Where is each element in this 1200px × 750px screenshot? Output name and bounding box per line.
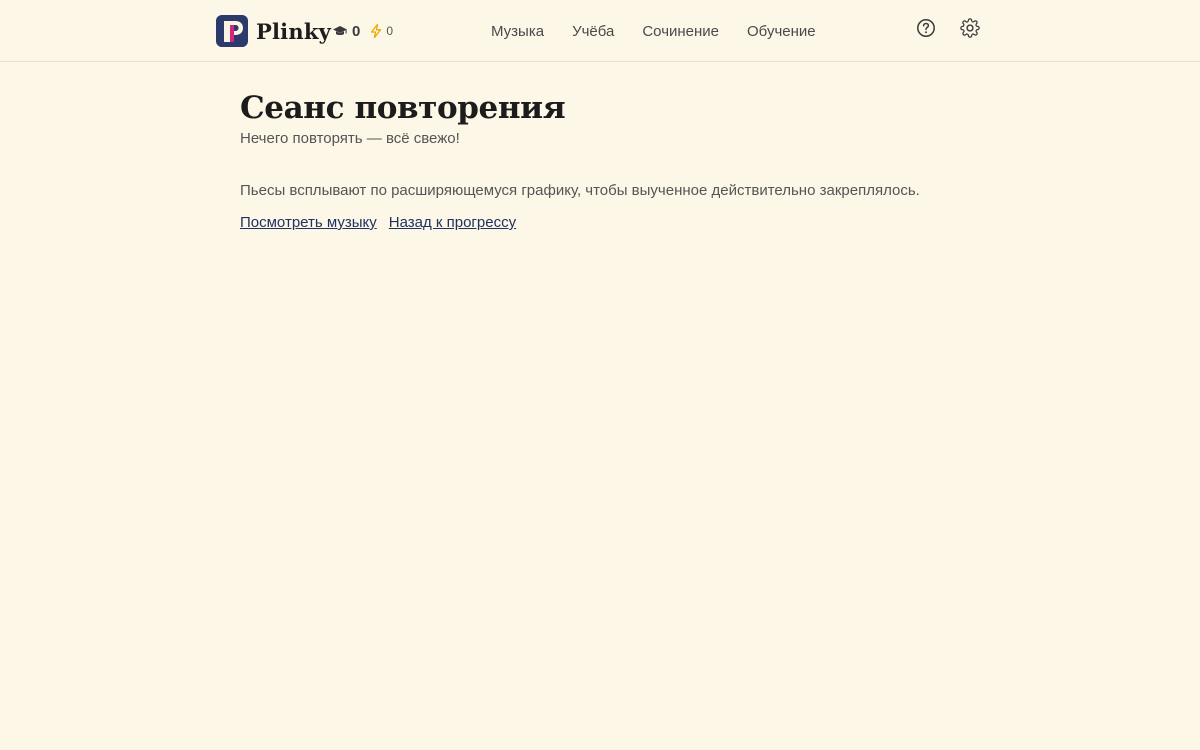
main-nav: Музыка Учёба Сочинение Обучение	[491, 20, 816, 42]
schedule-description: Пьесы всплывают по расширяющемуся график…	[240, 182, 920, 199]
brand-home-link[interactable]: Plinky	[216, 15, 331, 47]
nav-item-learn[interactable]: Обучение	[747, 23, 816, 40]
browse-music-link[interactable]: Посмотреть музыку	[240, 213, 377, 233]
top-navigation-bar: Plinky 0 0 Музыка Учёба Сочинение Обучен…	[0, 0, 1200, 62]
brand-name: Plinky	[256, 18, 331, 44]
action-links: Посмотреть музыку Назад к прогрессу	[240, 213, 980, 233]
plinky-logo-icon	[216, 15, 248, 47]
help-circle-icon	[916, 18, 936, 43]
back-to-progress-link[interactable]: Назад к прогрессу	[389, 213, 516, 233]
review-session-content: Сеанс повторения Нечего повторять — всё …	[240, 88, 980, 233]
gear-icon	[960, 17, 980, 43]
xp-value: 0	[352, 22, 361, 40]
empty-state-subtitle: Нечего повторять — всё свежо!	[240, 130, 460, 147]
xp-stat: 0	[332, 23, 360, 40]
lightning-icon	[368, 23, 384, 39]
user-stats: 0 0	[332, 20, 393, 42]
nav-item-music[interactable]: Музыка	[491, 23, 544, 40]
settings-button[interactable]	[960, 17, 980, 43]
graduation-cap-icon	[332, 23, 348, 39]
streak-value: 0	[386, 24, 394, 38]
nav-item-study[interactable]: Учёба	[572, 23, 614, 40]
help-button[interactable]	[916, 18, 936, 43]
streak-stat: 0	[368, 23, 393, 39]
nav-item-compose[interactable]: Сочинение	[642, 23, 719, 40]
page-title: Сеанс повторения	[240, 90, 566, 126]
